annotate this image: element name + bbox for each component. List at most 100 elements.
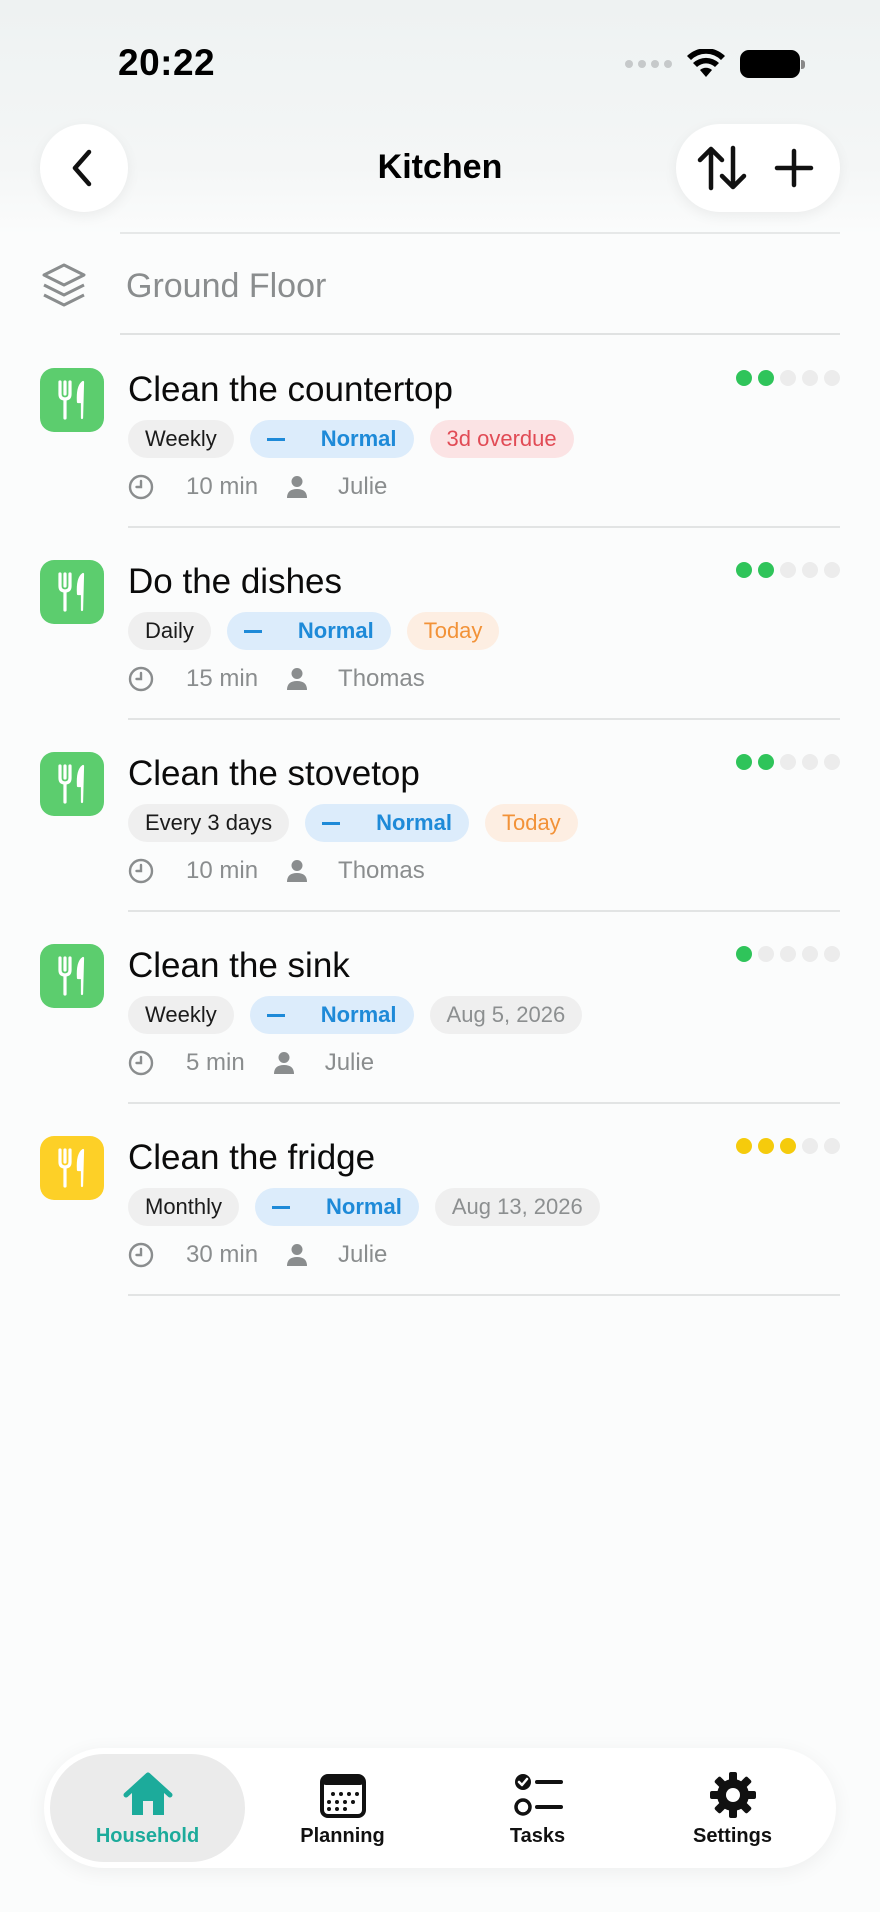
task-title: Clean the countertop [128, 370, 453, 409]
nav-settings[interactable]: Settings [635, 1754, 830, 1862]
task-row[interactable]: Clean the countertop Weekly Normal 3d overd… [0, 336, 880, 528]
effort-dot [780, 1138, 796, 1154]
sort-button[interactable] [690, 136, 754, 200]
effort-indicator [736, 370, 840, 386]
effort-dot [736, 946, 752, 962]
task-category-icon [40, 1136, 104, 1200]
status-time: 20:22 [118, 42, 216, 83]
floor-label: Ground Floor [126, 266, 327, 305]
task-title: Do the dishes [128, 562, 343, 601]
effort-dot [736, 370, 752, 386]
battery-icon [740, 50, 805, 78]
calendar-icon [319, 1773, 366, 1818]
task-category-icon [40, 752, 104, 816]
floor-row[interactable]: Ground Floor [40, 258, 326, 314]
task-row[interactable]: Do the dishes Daily Normal Today 15 min Thoma… [0, 528, 880, 720]
effort-dot [802, 370, 818, 386]
priority-badge: Normal [226, 612, 391, 650]
task-tags: Every 3 days Normal Today [128, 804, 578, 842]
effort-dot [824, 562, 840, 578]
task-row[interactable]: Clean the sink Weekly Normal Aug 5, 2026 5 m… [0, 912, 880, 1104]
effort-dot [736, 754, 752, 770]
effort-dot [758, 946, 774, 962]
due-status-badge: Aug 13, 2026 [434, 1188, 600, 1226]
effort-dot [824, 754, 840, 770]
bottom-navigation: Household Planning Tasks Settings [44, 1748, 836, 1868]
divider [120, 333, 840, 335]
person-icon [287, 668, 308, 690]
layers-icon [42, 263, 86, 307]
checklist-icon [513, 1773, 563, 1816]
effort-dot [758, 1138, 774, 1154]
task-assignee: Julie [338, 1241, 388, 1268]
frequency-badge: Daily [128, 612, 211, 650]
task-meta: 5 min Julie [128, 1048, 374, 1078]
due-status-badge: Today [484, 804, 578, 842]
task-duration: 15 min [186, 665, 259, 692]
fork-knife-icon [58, 764, 85, 804]
minus-icon [322, 821, 341, 825]
task-title: Clean the sink [128, 946, 350, 985]
fork-knife-icon [58, 572, 85, 612]
effort-dot [758, 562, 774, 578]
frequency-badge: Every 3 days [128, 804, 290, 842]
effort-dot [802, 946, 818, 962]
nav-label: Planning [300, 1824, 385, 1847]
priority-badge: Normal [249, 996, 414, 1034]
effort-dot [736, 1138, 752, 1154]
nav-tasks[interactable]: Tasks [440, 1754, 635, 1862]
priority-label: Normal [320, 426, 397, 451]
task-tags: Monthly Normal Aug 13, 2026 [128, 1188, 600, 1226]
priority-label: Normal [320, 1002, 397, 1027]
minus-icon [266, 437, 285, 441]
task-category-icon [40, 368, 104, 432]
header-actions [676, 124, 840, 212]
task-assignee: Julie [338, 473, 388, 500]
effort-dot [824, 1138, 840, 1154]
task-row[interactable]: Clean the stovetop Every 3 days Normal Toda… [0, 720, 880, 912]
add-task-button[interactable] [762, 136, 826, 200]
person-icon [287, 476, 308, 498]
wifi-icon [687, 49, 725, 77]
task-duration: 10 min [186, 857, 259, 884]
effort-dot [802, 1138, 818, 1154]
task-duration: 10 min [186, 473, 259, 500]
task-assignee: Julie [324, 1049, 375, 1076]
effort-indicator [736, 562, 840, 578]
effort-dot [802, 562, 818, 578]
nav-label: Household [95, 1824, 200, 1847]
fork-knife-icon [58, 956, 85, 996]
nav-label: Settings [693, 1824, 772, 1847]
fork-knife-icon [58, 1148, 85, 1188]
sort-arrows-icon [697, 145, 747, 191]
task-title: Clean the fridge [128, 1138, 376, 1177]
priority-badge: Normal [255, 1188, 419, 1226]
nav-planning[interactable]: Planning [245, 1754, 440, 1862]
fork-knife-icon [58, 380, 85, 420]
gear-icon [709, 1771, 756, 1818]
divider [128, 1294, 840, 1296]
minus-icon [266, 1013, 285, 1017]
effort-dot [824, 946, 840, 962]
clock-icon [128, 666, 154, 692]
nav-household[interactable]: Household [50, 1754, 245, 1862]
person-icon [287, 1244, 308, 1266]
task-row[interactable]: Clean the fridge Monthly Normal Aug 13, 202… [0, 1104, 880, 1296]
due-status-badge: 3d overdue [429, 420, 574, 458]
effort-dot [736, 562, 752, 578]
priority-badge: Normal [249, 420, 414, 458]
effort-dot [780, 754, 796, 770]
person-icon [273, 1052, 294, 1074]
task-tags: Weekly Normal 3d overdue [128, 420, 574, 458]
house-icon [123, 1772, 172, 1815]
divider [120, 232, 840, 234]
task-tags: Weekly Normal Aug 5, 2026 [128, 996, 583, 1034]
nav-label: Tasks [509, 1824, 566, 1847]
clock-icon [128, 1242, 154, 1268]
task-duration: 30 min [186, 1241, 259, 1268]
task-assignee: Thomas [338, 665, 425, 692]
frequency-badge: Weekly [128, 996, 234, 1034]
effort-dot [758, 754, 774, 770]
task-assignee: Thomas [338, 857, 425, 884]
frequency-badge: Monthly [128, 1188, 240, 1226]
